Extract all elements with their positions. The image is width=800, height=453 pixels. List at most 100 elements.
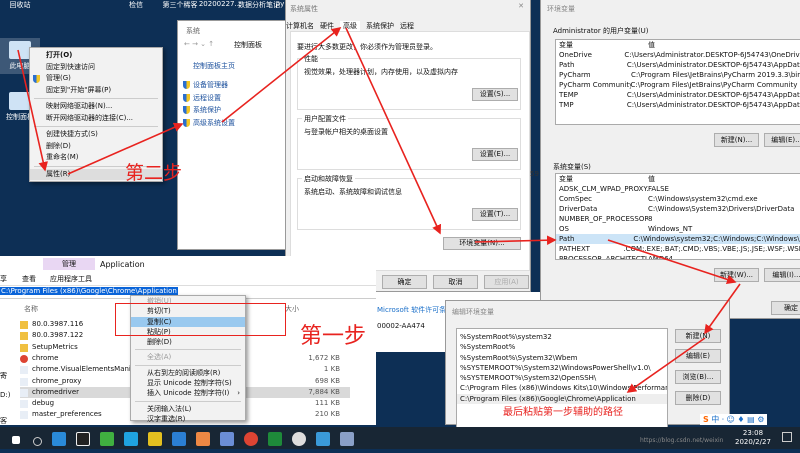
menu-item-close-ime[interactable]: 关闭输入法(L) bbox=[131, 404, 245, 414]
ime-toolbar[interactable]: S 中 ⸱ ☺ ♦ ▤ ⚙ bbox=[700, 414, 767, 425]
app-icon[interactable] bbox=[220, 432, 234, 446]
apply-button[interactable]: 应用(A) bbox=[484, 275, 529, 289]
cancel-button[interactable]: 取消 bbox=[433, 275, 478, 289]
menu-item-reconversion[interactable]: 汉字重选(R) bbox=[131, 414, 245, 424]
tab-app-tools[interactable]: 应用程序工具 bbox=[50, 274, 92, 284]
system-edit-button[interactable]: 编辑(I)... bbox=[764, 268, 800, 282]
nav-item[interactable]: D:) bbox=[0, 391, 10, 399]
tab-advanced[interactable]: 高级 bbox=[340, 21, 360, 31]
browse-button[interactable]: 浏览(B)... bbox=[675, 370, 721, 384]
path-entry[interactable]: C:\Program Files (x86)\Windows Kits\10\W… bbox=[457, 383, 667, 393]
menu-item-select-all[interactable]: 全选(A) bbox=[131, 352, 245, 362]
app-icon[interactable] bbox=[316, 432, 330, 446]
menu-item-open[interactable]: 打开(O) bbox=[30, 50, 162, 62]
table-row[interactable]: PathC:\Users\Administrator.DESKTOP-6J547… bbox=[556, 60, 800, 70]
clock[interactable]: 23:082020/2/27 bbox=[735, 429, 771, 447]
breadcrumb[interactable]: 控制面板 bbox=[234, 40, 262, 50]
app-icon[interactable] bbox=[148, 432, 162, 446]
startup-settings-button[interactable]: 设置(T)... bbox=[472, 208, 518, 221]
notification-icon[interactable] bbox=[782, 432, 792, 442]
table-row[interactable]: TMPC:\Users\Administrator.DESKTOP-6J5474… bbox=[556, 100, 800, 110]
menu-item-insert-unicode[interactable]: 插入 Unicode 控制字符(I)› bbox=[131, 388, 245, 398]
nav-arrows[interactable]: ← → ⌄ ↑ bbox=[184, 40, 214, 48]
menu-item-pin-quick-access[interactable]: 固定到快速访问 bbox=[30, 62, 162, 74]
delete-entry-button[interactable]: 删除(D) bbox=[675, 391, 721, 405]
license-link[interactable]: Microsoft 软件许可条款 bbox=[377, 305, 453, 315]
wechat-icon[interactable] bbox=[100, 432, 114, 446]
path-entry[interactable]: %SYSTEMROOT%\System32\OpenSSH\ bbox=[457, 373, 667, 383]
menu-item-delete[interactable]: 删除(D) bbox=[30, 141, 162, 153]
table-row[interactable]: OneDriveC:\Users\Administrator.DESKTOP-6… bbox=[556, 50, 800, 60]
menu-item-pin-start[interactable]: 固定到"开始"屏幕(P) bbox=[30, 85, 162, 97]
search-icon[interactable] bbox=[33, 437, 42, 446]
edit-entry-button[interactable]: 编辑(E) bbox=[675, 349, 721, 363]
system-new-button[interactable]: 新建(W)... bbox=[714, 268, 759, 282]
path-entry[interactable]: %SystemRoot%\system32 bbox=[457, 332, 667, 342]
table-row[interactable]: DriverDataC:\Windows\System32\Drivers\Dr… bbox=[556, 204, 800, 214]
close-icon[interactable]: ✕ bbox=[518, 2, 524, 10]
nav-item[interactable]: 客 bbox=[0, 416, 7, 426]
table-row[interactable]: ADSK_CLM_WPAD_PROXY...FALSE bbox=[556, 184, 800, 194]
tab-view[interactable]: 查看 bbox=[22, 274, 36, 284]
menu-item-show-unicode[interactable]: 显示 Unicode 控制字符(S) bbox=[131, 378, 245, 388]
column-size-header[interactable]: 大小 bbox=[285, 304, 299, 314]
menu-item-manage[interactable]: 管理(G) bbox=[30, 73, 162, 85]
tab-share[interactable]: 享 bbox=[0, 274, 7, 284]
menu-item-delete[interactable]: 删除(D) bbox=[131, 337, 245, 347]
user-edit-button[interactable]: 编辑(E)... bbox=[764, 133, 800, 147]
tab-hardware[interactable]: 硬件 bbox=[320, 21, 334, 31]
desktop-icon[interactable]: 检信 bbox=[116, 0, 156, 10]
start-icon[interactable] bbox=[12, 436, 20, 444]
player-icon[interactable] bbox=[124, 432, 138, 446]
ok-button[interactable]: 确定 bbox=[382, 275, 427, 289]
new-entry-button[interactable]: 新建(N) bbox=[675, 329, 721, 343]
table-row[interactable]: OSWindows_NT bbox=[556, 224, 800, 234]
performance-settings-button[interactable]: 设置(S)... bbox=[472, 88, 518, 101]
table-row[interactable]: PATHEXT.COM;.EXE;.BAT;.CMD;.VBS;.VBE;.JS… bbox=[556, 244, 800, 254]
table-row[interactable]: NUMBER_OF_PROCESSORS8 bbox=[556, 214, 800, 224]
system-protection-link[interactable]: 系统保护 bbox=[180, 104, 235, 117]
table-row[interactable]: TEMPC:\Users\Administrator.DESKTOP-6J547… bbox=[556, 90, 800, 100]
table-row[interactable]: PROCESSOR_ARCHITECTUREAMD64 bbox=[556, 254, 800, 260]
menu-item-create-shortcut[interactable]: 创建快捷方式(S) bbox=[30, 129, 162, 141]
menu-item-disconnect-drive[interactable]: 断开网络驱动器的连接(C)... bbox=[30, 113, 162, 125]
tab-computer-name[interactable]: 计算机名 bbox=[286, 21, 314, 31]
column-name-header[interactable]: 名称 bbox=[24, 304, 38, 314]
control-panel-icon bbox=[9, 92, 31, 110]
menu-item-map-drive[interactable]: 映射网络驱动器(N)... bbox=[30, 101, 162, 113]
remote-settings-link[interactable]: 远程设置 bbox=[180, 92, 235, 105]
clock-app-icon[interactable] bbox=[292, 432, 306, 446]
profiles-settings-button[interactable]: 设置(E)... bbox=[472, 148, 518, 161]
app-icon[interactable] bbox=[196, 432, 210, 446]
menu-item-rtl-reading[interactable]: 从右到左的阅读顺序(R) bbox=[131, 368, 245, 378]
tab-remote[interactable]: 远程 bbox=[400, 21, 414, 31]
table-row[interactable]: ComSpecC:\Windows\system32\cmd.exe bbox=[556, 194, 800, 204]
address-text-selected[interactable]: C:\Program Files (x86)\Google\Chrome\App… bbox=[0, 287, 178, 295]
tab-system-protection[interactable]: 系统保护 bbox=[366, 21, 394, 31]
path-entry[interactable]: %SystemRoot% bbox=[457, 342, 667, 352]
advanced-system-settings-link[interactable]: 高级系统设置 bbox=[180, 117, 235, 130]
desktop-icon-recycle-bin[interactable]: 回收站 bbox=[0, 0, 40, 10]
table-row[interactable]: PathC:\Windows\system32;C:\Windows;C:\Wi… bbox=[556, 234, 800, 244]
app-icon[interactable] bbox=[172, 432, 186, 446]
path-entry[interactable]: %SystemRoot%\System32\Wbem bbox=[457, 353, 667, 363]
user-new-button[interactable]: 新建(N)... bbox=[714, 133, 759, 147]
env-ok-button[interactable]: 确定 bbox=[771, 301, 800, 315]
group-title: 启动和故障恢复 bbox=[302, 174, 355, 184]
path-entry[interactable]: %SYSTEMROOT%\System32\WindowsPowerShell\… bbox=[457, 363, 667, 373]
nav-item[interactable]: 寄 bbox=[0, 371, 7, 381]
control-panel-home-link[interactable]: 控制面板主页 bbox=[193, 61, 235, 71]
qq-icon[interactable] bbox=[76, 432, 90, 446]
device-manager-link[interactable]: 设备管理器 bbox=[180, 79, 235, 92]
user-profiles-group: 用户配置文件与登录帐户相关的桌面设置设置(E)... bbox=[297, 118, 521, 170]
table-row[interactable]: PyCharmC:\Program Files\JetBrains\PyChar… bbox=[556, 70, 800, 80]
shield-icon bbox=[183, 94, 190, 102]
environment-variables-button[interactable]: 环境变量(N)... bbox=[443, 237, 521, 250]
ribbon-manage-tab[interactable]: 管理 bbox=[43, 258, 95, 270]
app-icon[interactable] bbox=[340, 432, 354, 446]
folder-icon bbox=[20, 321, 28, 329]
chrome-icon[interactable] bbox=[244, 432, 258, 446]
ie-icon[interactable] bbox=[52, 432, 66, 446]
pycharm-icon[interactable] bbox=[268, 432, 282, 446]
table-row[interactable]: PyCharm Community EditionC:\Program File… bbox=[556, 80, 800, 90]
